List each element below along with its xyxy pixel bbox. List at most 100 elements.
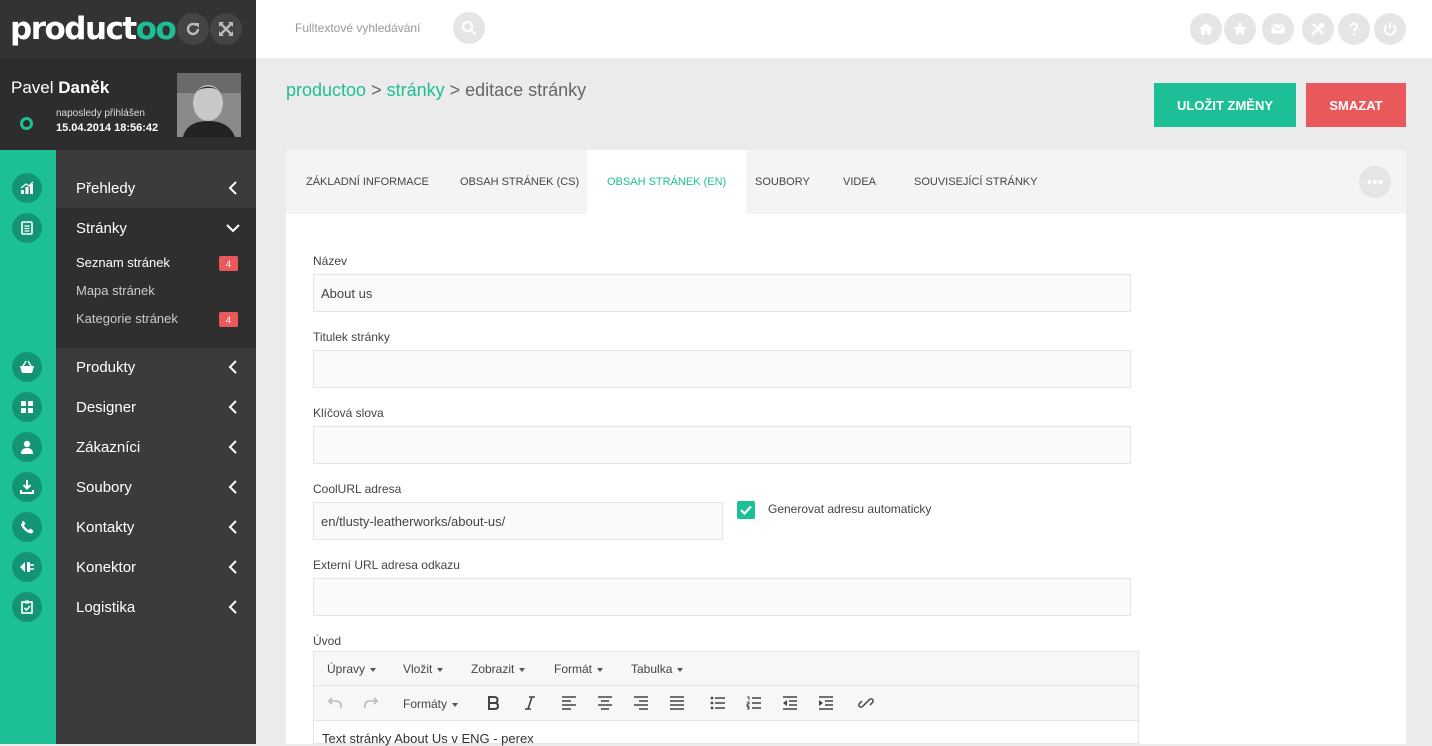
last-login-value: 15.04.2014 18:56:42 xyxy=(56,122,159,134)
menu-insert[interactable]: Vložit xyxy=(403,662,444,676)
external-url-field[interactable] xyxy=(313,578,1131,616)
rail-reports-button[interactable] xyxy=(12,173,42,203)
help-icon xyxy=(1349,22,1359,36)
chevron-left-icon xyxy=(228,440,237,454)
bullet-list-button[interactable] xyxy=(709,694,727,712)
fullscreen-button[interactable] xyxy=(210,13,242,45)
page-categories-badge: 4 xyxy=(219,312,238,327)
numbered-list-button[interactable] xyxy=(745,694,763,712)
sidebar-item-pages[interactable]: Stránky xyxy=(56,208,256,248)
sidebar-item-designer[interactable]: Designer xyxy=(56,387,256,427)
menu-edit[interactable]: Úpravy xyxy=(327,662,377,676)
indent-button[interactable] xyxy=(817,694,835,712)
rail-pages-button[interactable] xyxy=(12,213,42,243)
redo-button[interactable] xyxy=(362,694,380,712)
coolurl-field[interactable]: en/tlusty-leatherworks/about-us/ xyxy=(313,502,723,540)
grid-icon xyxy=(21,401,33,413)
submenu-item-page-list[interactable]: Seznam stránek xyxy=(76,255,170,270)
submenu-item-page-categories[interactable]: Kategorie stránek xyxy=(76,311,178,326)
search-button[interactable] xyxy=(453,12,485,44)
sidebar-item-products[interactable]: Produkty xyxy=(56,347,256,387)
sidebar-item-logistics[interactable]: Logistika xyxy=(56,587,256,627)
formats-label: Formáty xyxy=(403,697,448,711)
menu-view[interactable]: Zobrazit xyxy=(471,662,526,676)
rail-logistics-button[interactable] xyxy=(12,592,42,622)
favorites-button[interactable] xyxy=(1224,13,1256,45)
home-button[interactable] xyxy=(1190,13,1222,45)
page-title-field[interactable] xyxy=(313,350,1131,388)
power-icon xyxy=(1383,22,1397,36)
outdent-button[interactable] xyxy=(781,694,799,712)
save-changes-button[interactable]: ULOŽIT ZMĚNY xyxy=(1154,83,1296,127)
basket-icon xyxy=(20,360,34,373)
delete-button[interactable]: SMAZAT xyxy=(1306,83,1406,127)
tab-content-en[interactable]: OBSAH STRÁNEK (EN) xyxy=(587,150,747,214)
logo[interactable]: productoo xyxy=(10,11,177,47)
undo-icon xyxy=(328,697,342,708)
rail-contacts-button[interactable] xyxy=(12,512,42,542)
search-input[interactable]: Fulltextové vyhledávání xyxy=(295,21,420,35)
italic-button[interactable] xyxy=(521,694,539,712)
align-center-button[interactable] xyxy=(596,694,614,712)
caret-down-icon xyxy=(519,667,526,672)
rail-products-button[interactable] xyxy=(12,352,42,382)
tab-content-cs[interactable]: OBSAH STRÁNEK (CS) xyxy=(440,150,599,214)
bold-button[interactable] xyxy=(484,694,502,712)
caret-down-icon xyxy=(677,667,684,672)
rail-customers-button[interactable] xyxy=(12,432,42,462)
tab-files[interactable]: SOUBORY xyxy=(735,150,830,214)
link-icon xyxy=(858,698,874,708)
person-icon xyxy=(21,440,33,454)
tools-icon xyxy=(1311,22,1325,36)
name-field[interactable]: About us xyxy=(313,274,1131,312)
align-right-button[interactable] xyxy=(632,694,650,712)
sidebar-item-customers[interactable]: Zákazníci xyxy=(56,427,256,467)
align-left-button[interactable] xyxy=(560,694,578,712)
logout-button[interactable] xyxy=(1374,13,1406,45)
indent-icon xyxy=(819,696,833,710)
page-title-label: Titulek stránky xyxy=(313,330,390,344)
caret-down-icon xyxy=(437,667,444,672)
keywords-field[interactable] xyxy=(313,426,1131,464)
rail-designer-button[interactable] xyxy=(12,392,42,422)
search-icon xyxy=(461,20,477,36)
tab-videos[interactable]: VIDEA xyxy=(823,150,896,214)
insert-link-button[interactable] xyxy=(857,694,875,712)
sidebar-item-files[interactable]: Soubory xyxy=(56,467,256,507)
submenu-item-page-map[interactable]: Mapa stránek xyxy=(76,283,155,298)
chevron-down-icon xyxy=(226,224,240,233)
tools-button[interactable] xyxy=(1302,13,1334,45)
menu-format[interactable]: Formát xyxy=(554,662,604,676)
sidebar-item-reports[interactable]: Přehledy xyxy=(56,168,256,208)
tab-basic-info[interactable]: ZÁKLADNÍ INFORMACE xyxy=(286,150,449,214)
align-center-icon xyxy=(598,696,612,710)
avatar[interactable] xyxy=(177,73,241,137)
formats-dropdown[interactable]: Formáty xyxy=(403,697,459,711)
mail-icon xyxy=(1271,24,1285,34)
phone-icon xyxy=(21,520,34,534)
more-tabs-button[interactable] xyxy=(1359,166,1391,198)
sidebar-item-connector[interactable]: Konektor xyxy=(56,547,256,587)
messages-button[interactable] xyxy=(1262,13,1294,45)
refresh-button[interactable] xyxy=(177,13,209,45)
rail-connector-button[interactable] xyxy=(12,552,42,582)
italic-icon xyxy=(525,696,535,710)
menu-table[interactable]: Tabulka xyxy=(631,662,684,676)
rail-files-button[interactable] xyxy=(12,472,42,502)
editor-menu-bar: Úpravy Vložit Zobrazit Formát Tabulka xyxy=(314,652,1138,686)
chevron-left-icon xyxy=(228,480,237,494)
check-icon xyxy=(740,505,752,515)
help-button[interactable] xyxy=(1338,13,1370,45)
align-justify-button[interactable] xyxy=(668,694,686,712)
breadcrumb-root-link[interactable]: productoo xyxy=(286,80,366,100)
align-justify-icon xyxy=(670,696,684,710)
sidebar-item-contacts[interactable]: Kontakty xyxy=(56,507,256,547)
bullet-list-icon xyxy=(710,696,725,710)
tab-related-pages[interactable]: SOUVISEJÍCÍ STRÁNKY xyxy=(894,150,1057,214)
auto-url-checkbox[interactable] xyxy=(737,501,755,519)
breadcrumb-section-link[interactable]: stránky xyxy=(387,80,445,100)
undo-button[interactable] xyxy=(326,694,344,712)
coolurl-label: CoolURL adresa xyxy=(313,482,402,496)
sidebar-item-label: Produkty xyxy=(76,358,136,376)
auto-url-label[interactable]: Generovat adresu automaticky xyxy=(768,502,931,516)
